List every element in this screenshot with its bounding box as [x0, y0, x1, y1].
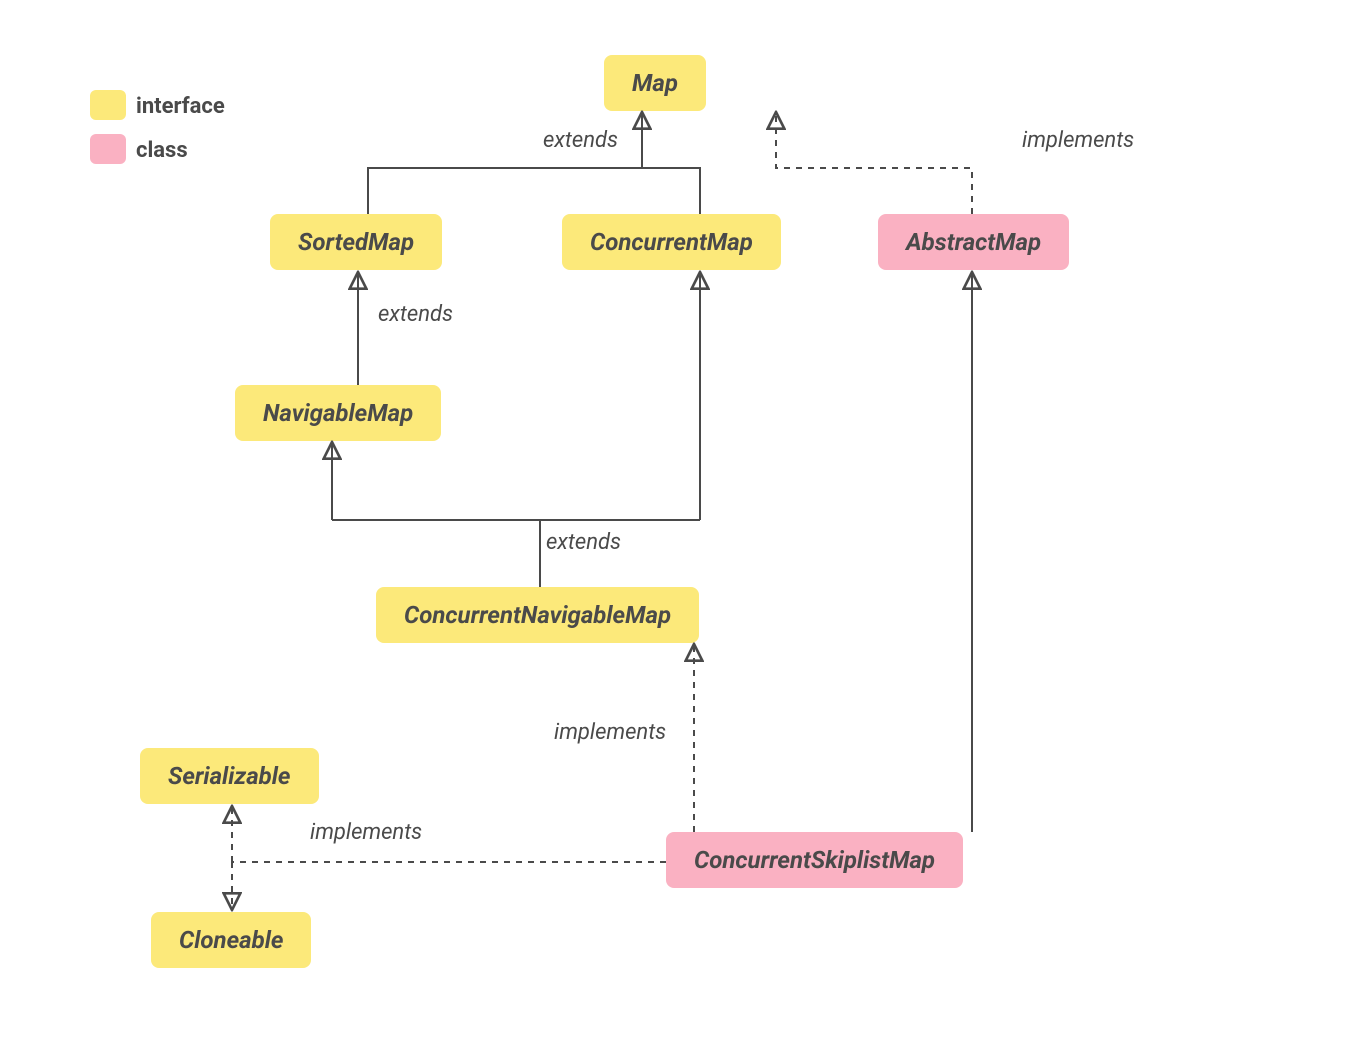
node-map: Map: [604, 55, 706, 111]
edges-layer: [0, 0, 1368, 1051]
legend-label-class: class: [136, 138, 188, 163]
legend-swatch-class: [90, 134, 126, 164]
legend-swatch-interface: [90, 90, 126, 120]
node-concurrentnavigablemap: ConcurrentNavigableMap: [376, 587, 699, 643]
edge-label-extends-1: extends: [543, 128, 618, 153]
edge-label-implements-2: implements: [554, 720, 666, 745]
class-hierarchy-diagram: interface class Map SortedMap Concurrent…: [0, 0, 1368, 1051]
edge-label-extends-2: extends: [378, 302, 453, 327]
node-serializable: Serializable: [140, 748, 319, 804]
node-abstractmap: AbstractMap: [878, 214, 1069, 270]
edge-abstractmap-implements-map: [776, 112, 972, 214]
node-cloneable: Cloneable: [151, 912, 311, 968]
edge-label-implements-3: implements: [310, 820, 422, 845]
node-concurrentmap: ConcurrentMap: [562, 214, 781, 270]
edge-skiplist-implements-serializable-cloneable: [232, 806, 666, 910]
edge-label-extends-3: extends: [546, 530, 621, 555]
node-concurrentskiplistmap: ConcurrentSkiplistMap: [666, 832, 963, 888]
node-sortedmap: SortedMap: [270, 214, 442, 270]
node-navigablemap: NavigableMap: [235, 385, 441, 441]
edge-sortedmap-concurrentmap-extends-map: [368, 112, 700, 214]
edge-label-implements-1: implements: [1022, 128, 1134, 153]
legend-label-interface: interface: [136, 94, 225, 119]
